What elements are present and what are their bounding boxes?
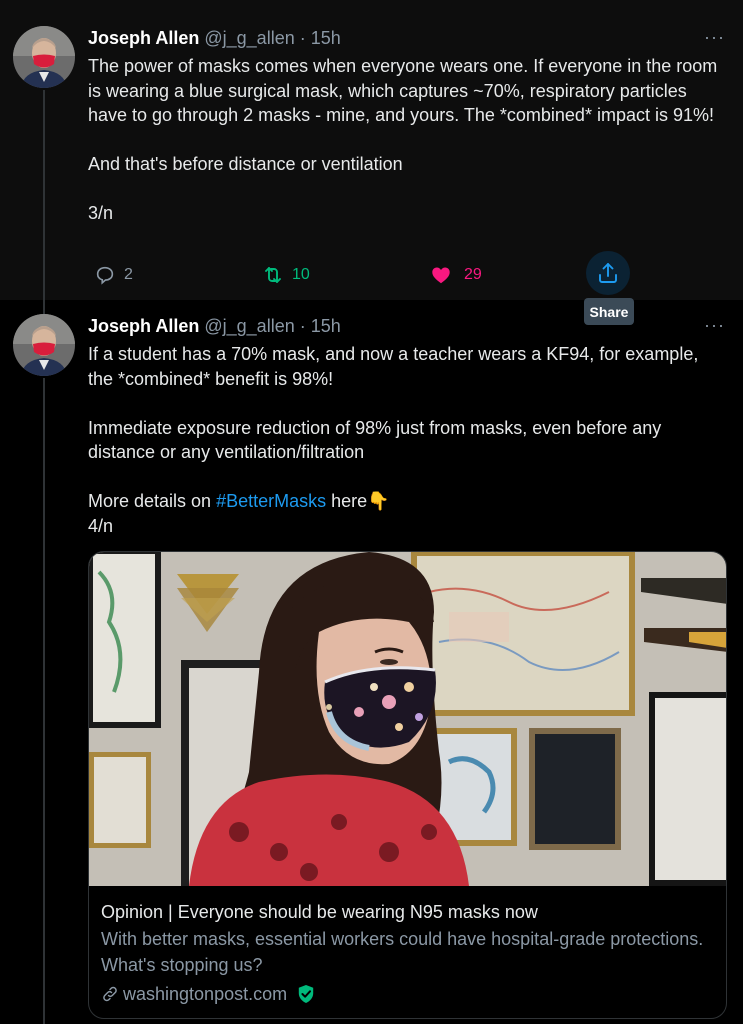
tweet-blank-line (88, 177, 728, 202)
verified-shield-icon (297, 984, 315, 1004)
heart-icon (424, 258, 458, 292)
tweet-paragraph: Immediate exposure reduction of 98% just… (88, 417, 667, 463)
tweet-paragraph: If a student has a 70% mask, and now a t… (88, 344, 704, 389)
tweet-blank-line (88, 128, 728, 153)
card-domain-row: washingtonpost.com (101, 982, 315, 1006)
tweet-text: The power of masks comes when everyone w… (88, 54, 728, 226)
card-image[interactable] (89, 552, 726, 886)
tweet-blank-line (88, 465, 728, 490)
tweet-actions: 2 10 29 (88, 250, 648, 295)
card-domain[interactable]: washingtonpost.com (123, 982, 287, 1006)
thread-connector-line (43, 378, 45, 1024)
link-icon (101, 985, 119, 1003)
header-separator: · (299, 316, 306, 336)
author-handle[interactable]: @j_g_allen (204, 316, 294, 336)
header-separator: · (299, 28, 306, 48)
thread-connector-line (43, 90, 45, 300)
avatar[interactable] (13, 26, 75, 88)
avatar[interactable] (13, 314, 75, 376)
reply-button[interactable]: 2 (88, 258, 133, 292)
card-description: With better masks, essential workers cou… (101, 929, 704, 975)
thread-counter: 3/n (88, 203, 114, 223)
retweet-count: 10 (292, 266, 310, 283)
share-tooltip: Share (584, 298, 634, 325)
tweet-timestamp[interactable]: 15h (311, 28, 341, 48)
tweet-4-of-n[interactable]: Joseph Allen @j_g_allen · 15h ··· If a s… (0, 300, 743, 1024)
author-handle[interactable]: @j_g_allen (204, 28, 294, 48)
tweet-paragraph: More details on #BetterMasks here👇 (88, 489, 728, 514)
thread-counter: 4/n (88, 515, 114, 536)
hashtag-link[interactable]: #BetterMasks (216, 491, 326, 511)
link-preview-card[interactable]: Opinion | Everyone should be wearing N95… (88, 551, 727, 1019)
share-icon (586, 250, 630, 295)
text-suffix: here👇 (326, 491, 390, 511)
reply-icon (88, 258, 122, 292)
tweet-paragraph: And that's before distance or ventilatio… (88, 154, 403, 174)
more-icon[interactable]: ··· (704, 316, 725, 334)
text-prefix: More details on (88, 491, 217, 511)
retweet-icon (256, 258, 290, 292)
reply-count: 2 (124, 266, 133, 283)
card-title[interactable]: Opinion | Everyone should be wearing N95… (101, 900, 716, 924)
thread-connector-line (43, 300, 45, 314)
more-icon[interactable]: ··· (704, 28, 725, 46)
tweet-blank-line (88, 391, 728, 416)
tweet-text: If a student has a 70% mask, and now a t… (88, 342, 728, 538)
like-button[interactable]: 29 (424, 258, 482, 292)
tweet-3-of-n[interactable]: Joseph Allen @j_g_allen · 15h ··· The po… (0, 0, 743, 300)
tweet-timestamp[interactable]: 15h (311, 316, 341, 336)
like-count: 29 (464, 266, 482, 283)
card-text: Opinion | Everyone should be wearing N95… (101, 900, 716, 978)
share-button[interactable] (586, 250, 630, 295)
author-name[interactable]: Joseph Allen (88, 28, 199, 48)
author-name[interactable]: Joseph Allen (88, 316, 199, 336)
tweet-paragraph: The power of masks comes when everyone w… (88, 56, 723, 125)
tweet-header: Joseph Allen @j_g_allen · 15h (88, 26, 341, 50)
tweet-header: Joseph Allen @j_g_allen · 15h (88, 314, 341, 338)
retweet-button[interactable]: 10 (256, 258, 310, 292)
